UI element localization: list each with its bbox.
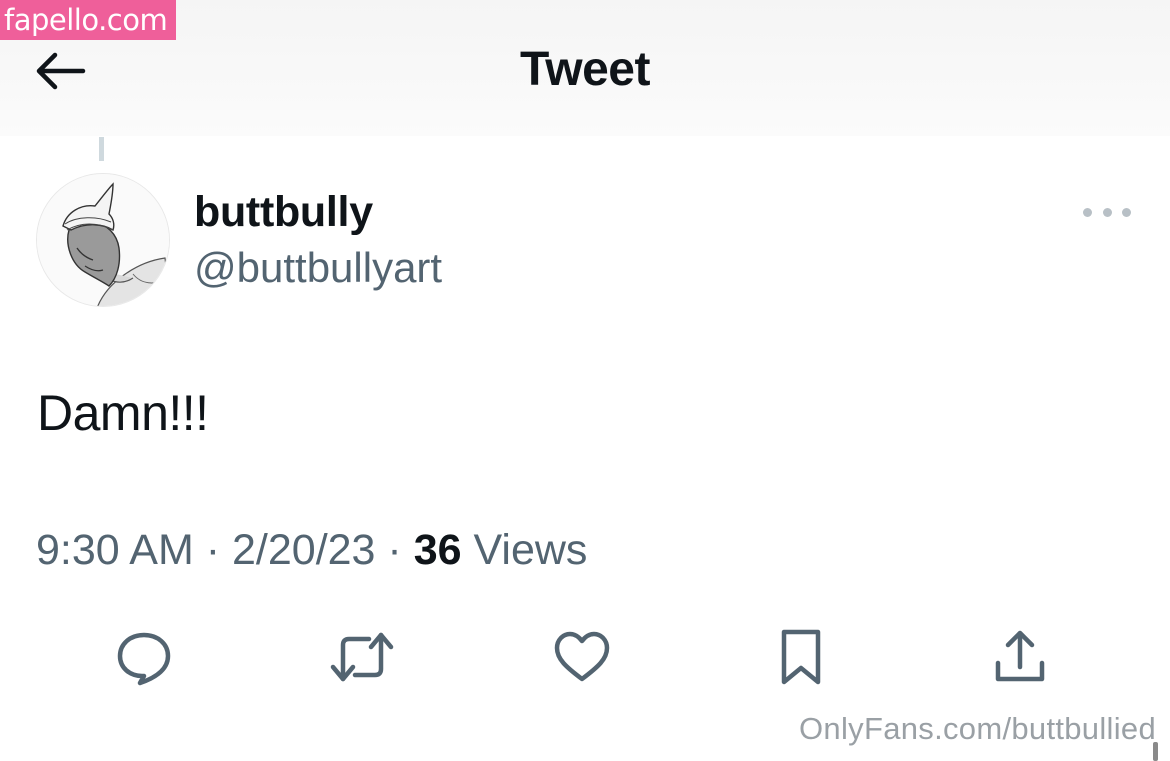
tweet-date[interactable]: 2/20/23 bbox=[232, 526, 375, 574]
meta-separator: · bbox=[387, 526, 402, 574]
more-horizontal-icon bbox=[1083, 207, 1092, 217]
retweet-icon bbox=[330, 632, 394, 682]
bookmark-icon bbox=[781, 629, 821, 685]
reply-button[interactable] bbox=[111, 624, 177, 690]
user-handle[interactable]: @buttbullyart bbox=[194, 244, 442, 292]
tweet-metadata: 9:30 AM · 2/20/23 · 36 Views bbox=[36, 526, 587, 575]
watermark-bottom: OnlyFans.com/buttbullied bbox=[799, 711, 1156, 746]
avatar-illustration bbox=[37, 174, 169, 306]
more-horizontal-icon bbox=[1102, 207, 1112, 217]
more-options-button[interactable] bbox=[1083, 200, 1131, 224]
page-title: Tweet bbox=[520, 43, 650, 96]
tweet-text: Damn!!! bbox=[37, 385, 209, 441]
more-horizontal-icon bbox=[1122, 207, 1131, 217]
speech-bubble-icon bbox=[117, 632, 171, 686]
retweet-button[interactable] bbox=[329, 624, 395, 690]
display-name[interactable]: buttbully bbox=[194, 188, 373, 237]
like-button[interactable] bbox=[549, 624, 615, 690]
share-icon bbox=[995, 630, 1045, 682]
views-label: Views bbox=[473, 526, 588, 574]
watermark-top: fapello.com bbox=[0, 0, 176, 40]
scrollbar-thumb[interactable] bbox=[1153, 742, 1158, 761]
share-button[interactable] bbox=[987, 624, 1053, 690]
views-count: 36 bbox=[413, 526, 462, 574]
tweet-time[interactable]: 9:30 AM bbox=[36, 526, 194, 574]
meta-separator: · bbox=[205, 526, 221, 574]
thread-connector-line bbox=[99, 137, 104, 161]
avatar[interactable] bbox=[36, 173, 170, 307]
bookmark-button[interactable] bbox=[768, 624, 834, 690]
heart-icon bbox=[554, 631, 610, 682]
